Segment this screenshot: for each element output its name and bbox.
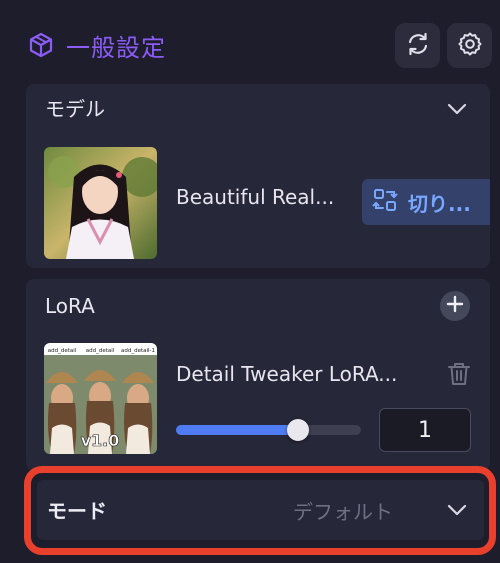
delete-lora-button[interactable] [446, 361, 472, 387]
slider-handle[interactable] [287, 419, 310, 441]
lora-weight-input[interactable]: 1 [379, 408, 471, 452]
mode-label: モード [47, 499, 107, 523]
model-collapse-toggle[interactable] [445, 97, 469, 121]
lora-thumbnail[interactable]: add_detail add_detail add_detail-1 v1.0 [44, 343, 157, 454]
chevron-down-icon [445, 504, 469, 526]
model-thumbnail[interactable] [44, 147, 157, 259]
chevron-down-icon [445, 103, 469, 125]
refresh-button[interactable] [395, 23, 440, 68]
header-title-group: 一般設定 [28, 26, 166, 64]
model-section-title: モデル [45, 97, 105, 121]
mode-value: デフォルト [293, 500, 393, 524]
lora-section-title: LoRA [45, 294, 95, 318]
settings-header: 一般設定 [0, 0, 500, 82]
settings-button[interactable] [447, 23, 492, 68]
plus-icon [446, 295, 464, 317]
cube-icon [28, 32, 54, 58]
switch-model-label: 切り... [408, 191, 471, 216]
mode-select[interactable]: モード デフォルト [37, 480, 484, 540]
lora-weight-slider[interactable] [176, 419, 361, 441]
thumb-caption-1: add_detail [48, 348, 77, 354]
gear-icon [457, 31, 483, 61]
refresh-icon [405, 31, 431, 61]
mode-dropdown-toggle[interactable] [445, 498, 469, 522]
page-title: 一般設定 [66, 33, 166, 62]
thumb-caption-2: add_detail [86, 348, 115, 354]
model-section: モデル Beautiful Real... 切り... [26, 84, 490, 268]
trash-icon [446, 363, 472, 391]
switch-model-button[interactable]: 切り... [362, 179, 490, 225]
slider-fill [176, 425, 299, 435]
lora-section: LoRA add_detail add_detail add_detail-1 [26, 279, 490, 471]
lora-name: Detail Tweaker LoRA... [176, 362, 398, 386]
swap-icon [372, 187, 398, 218]
thumb-caption-3: add_detail-1 [121, 348, 155, 354]
add-lora-button[interactable] [440, 291, 470, 321]
model-name: Beautiful Real... [176, 185, 335, 209]
thumb-version-badge: v1.0 [81, 431, 120, 450]
